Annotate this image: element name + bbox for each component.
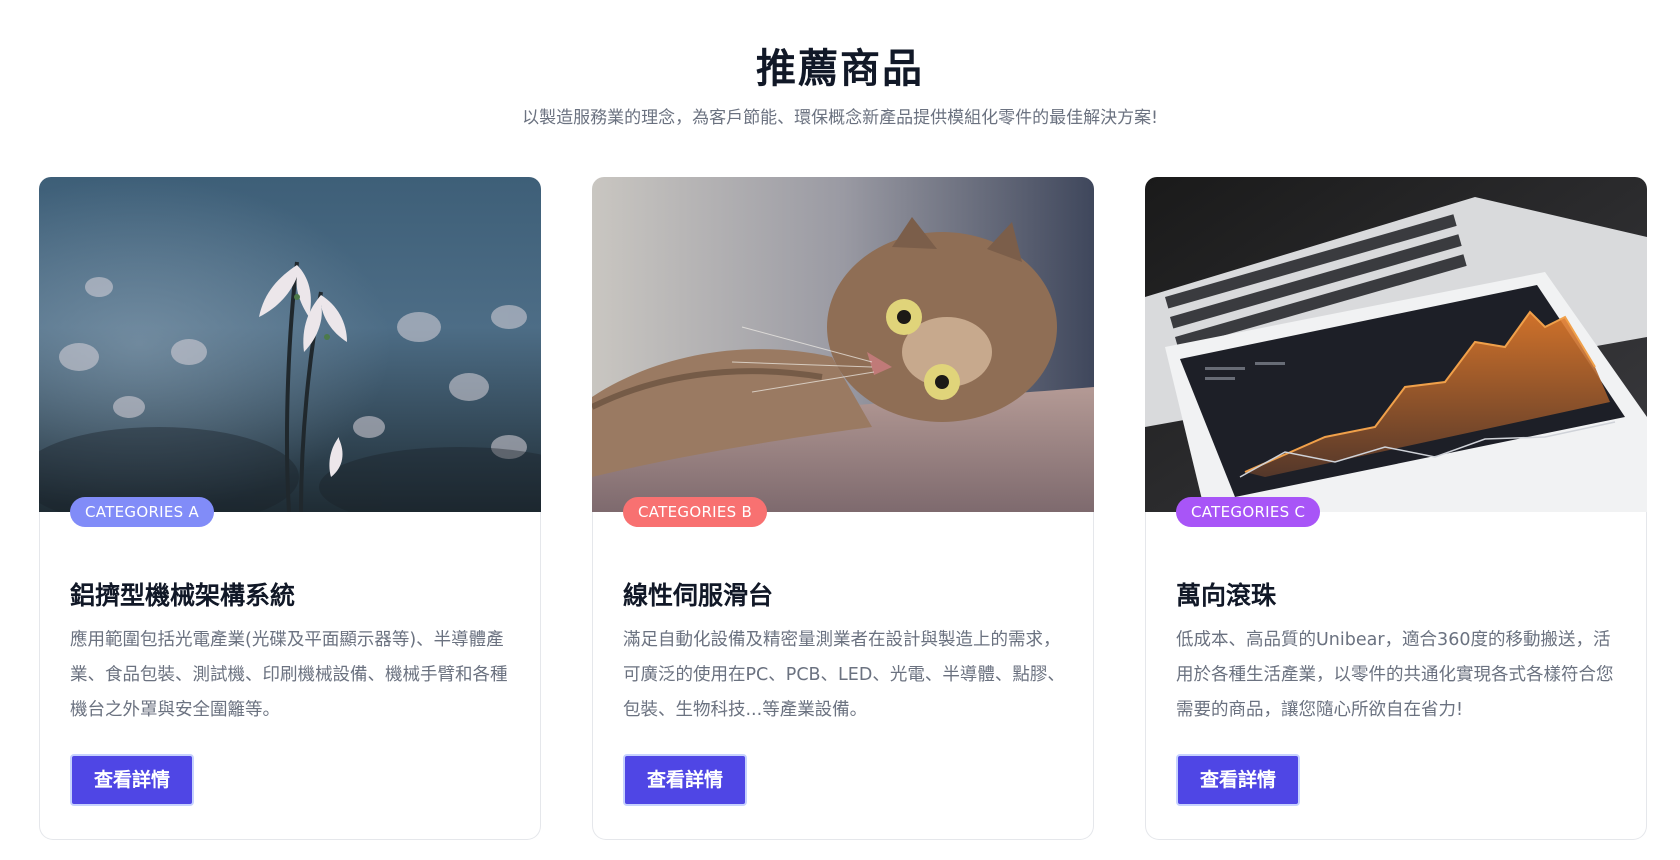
category-badge: CATEGORIES B xyxy=(623,497,768,527)
product-card-list: CATEGORIES A 鋁擠型機械架構系統 應用範圍包括光電產業(光碟及平面顯… xyxy=(39,177,1647,840)
view-details-button[interactable]: 查看詳情 xyxy=(623,754,747,806)
cat-photo xyxy=(592,177,1094,512)
section-header: 推薦商品 以製造服務業的理念，為客戶節能、環保概念新產品提供模組化零件的最佳解決… xyxy=(0,0,1680,130)
product-image xyxy=(592,177,1094,512)
category-badge: CATEGORIES A xyxy=(70,497,215,527)
card-title: 萬向滾珠 xyxy=(1176,581,1277,610)
section-subtitle: 以製造服務業的理念，為客戶節能、環保概念新產品提供模組化零件的最佳解決方案! xyxy=(522,108,1158,128)
card-title: 線性伺服滑台 xyxy=(623,581,774,610)
card-description: 滿足自動化設備及精密量測業者在設計與製造上的需求，可廣泛的使用在PC、PCB、L… xyxy=(623,630,1065,720)
section-title: 推薦商品 xyxy=(756,46,924,92)
category-badge: CATEGORIES C xyxy=(1176,497,1321,527)
product-image xyxy=(39,177,541,512)
card-description: 應用範圍包括光電產業(光碟及平面顯示器等)、半導體產業、食品包裝、測試機、印刷機… xyxy=(70,630,508,720)
product-card: CATEGORIES B 線性伺服滑台 滿足自動化設備及精密量測業者在設計與製造… xyxy=(592,177,1094,840)
card-description: 低成本、高品質的Unibear，適合360度的移動搬送，活用於各種生活產業，以零… xyxy=(1176,630,1614,720)
view-details-button[interactable]: 查看詳情 xyxy=(1176,754,1300,806)
view-details-button[interactable]: 查看詳情 xyxy=(70,754,194,806)
product-card: CATEGORIES C 萬向滾珠 低成本、高品質的Unibear，適合360度… xyxy=(1145,177,1647,840)
card-title: 鋁擠型機械架構系統 xyxy=(70,581,296,610)
laptop-tablet-chart-photo xyxy=(1145,177,1647,512)
product-image xyxy=(1145,177,1647,512)
snowdrop-flowers-photo xyxy=(39,177,541,512)
product-card: CATEGORIES A 鋁擠型機械架構系統 應用範圍包括光電產業(光碟及平面顯… xyxy=(39,177,541,840)
